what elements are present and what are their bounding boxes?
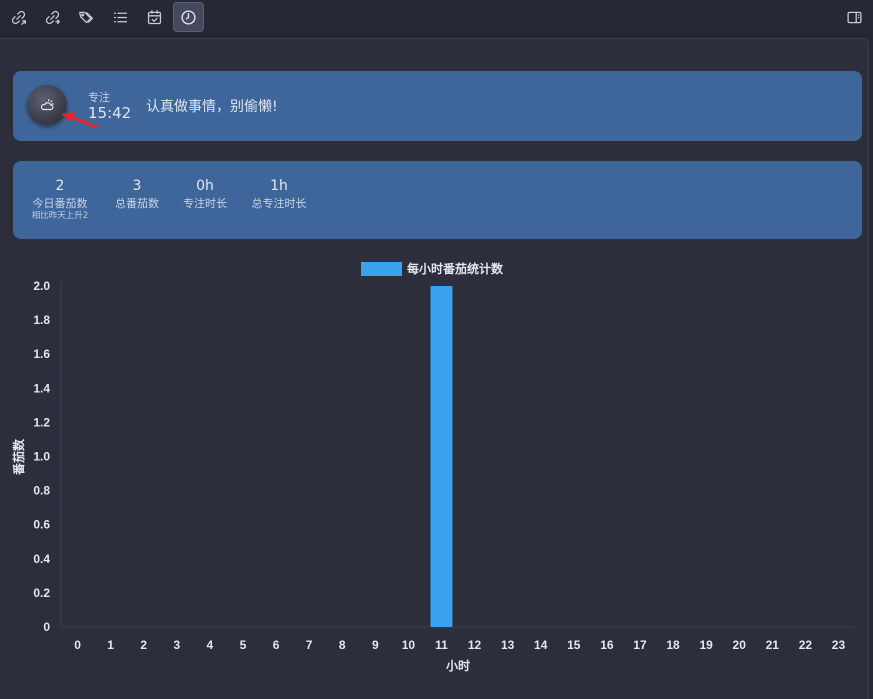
- x-tick-label: 2: [140, 638, 147, 652]
- x-tick-label: 13: [501, 638, 515, 652]
- x-tick-label: 10: [402, 638, 416, 652]
- x-tick-label: 20: [733, 638, 747, 652]
- y-tick-label: 1.4: [33, 381, 50, 395]
- x-tick-label: 6: [273, 638, 280, 652]
- x-tick-label: 11: [435, 638, 448, 652]
- hourly-pomodoro-chart: 00.20.40.60.81.01.21.41.61.82.00 1 2 3 4 5 6 7 8…: [11, 261, 855, 673]
- y-tick-label: 0.8: [33, 484, 50, 498]
- y-tick-label: 0.2: [33, 586, 50, 600]
- x-tick-label: 23: [832, 638, 846, 652]
- y-tick-label: 0.6: [33, 518, 50, 532]
- x-tick-label: 12: [468, 638, 482, 652]
- y-axis-label: 番茄数: [11, 438, 26, 476]
- x-tick-label: 16: [600, 638, 614, 652]
- x-axis-label: 小时: [446, 658, 470, 673]
- legend-label: 每小时番茄统计数: [407, 261, 504, 276]
- bar-hour-11: [430, 286, 453, 627]
- y-tick-label: 2.0: [33, 279, 50, 293]
- x-tick-label: 19: [699, 638, 713, 652]
- legend-swatch: [361, 262, 402, 276]
- x-tick-label: 4: [207, 638, 214, 652]
- x-tick-label: 8: [339, 638, 346, 652]
- x-tick-label: 5: [240, 638, 247, 652]
- y-tick-label: 1.6: [33, 347, 50, 361]
- y-tick-label: 1.0: [33, 450, 50, 464]
- x-tick-label: 14: [534, 638, 548, 652]
- x-tick-label: 0: [74, 638, 81, 652]
- y-tick-label: 0.4: [33, 552, 50, 566]
- x-tick-label: 7: [306, 638, 313, 652]
- x-tick-label: 21: [766, 638, 780, 652]
- x-tick-label: 1: [107, 638, 114, 652]
- y-tick-label: 0: [43, 620, 50, 634]
- x-tick-label: 17: [633, 638, 647, 652]
- x-tick-label: 15: [567, 638, 581, 652]
- x-tick-label: 3: [173, 638, 180, 652]
- x-tick-label: 18: [666, 638, 680, 652]
- y-tick-label: 1.8: [33, 313, 50, 327]
- x-tick-label: 9: [372, 638, 379, 652]
- x-tick-label: 22: [799, 638, 813, 652]
- y-tick-label: 1.2: [33, 415, 50, 429]
